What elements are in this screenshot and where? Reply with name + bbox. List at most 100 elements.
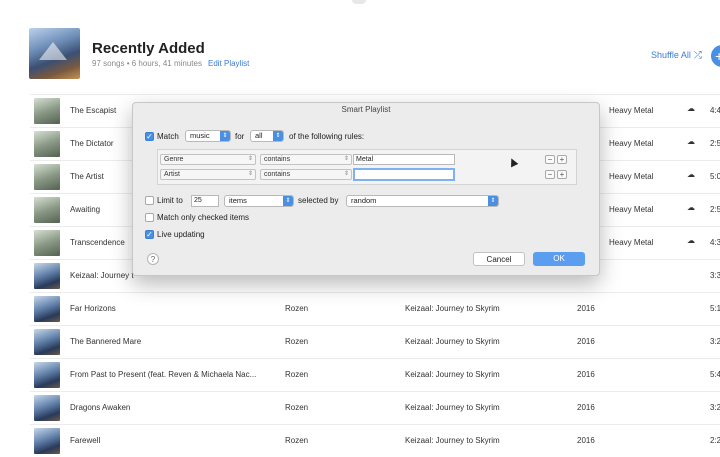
track-genre: Heavy Metal — [609, 139, 654, 148]
track-duration: 5:4 — [710, 370, 720, 379]
cloud-download-icon[interactable]: ☁ — [687, 203, 695, 212]
track-artwork — [34, 296, 60, 322]
track-artist: Rozen — [285, 436, 309, 445]
track-artwork — [34, 98, 60, 124]
track-album: Keizaal: Journey to Skyrim — [405, 370, 500, 379]
cloud-download-icon[interactable]: ☁ — [687, 104, 695, 113]
match-label: Match — [157, 132, 179, 141]
track-duration: 2:5 — [710, 139, 720, 148]
track-year: 2016 — [577, 304, 595, 313]
track-artwork — [34, 197, 60, 223]
match-checkbox[interactable]: ✓ — [145, 132, 154, 141]
add-icon[interactable]: + — [711, 45, 720, 67]
track-genre: Heavy Metal — [609, 238, 654, 247]
selected-by-select[interactable]: random ⇕ — [346, 195, 499, 207]
playlist-stats: 97 songs • 6 hours, 41 minutes — [92, 59, 202, 68]
edit-playlist-link[interactable]: Edit Playlist — [208, 59, 249, 68]
track-duration: 3:2 — [710, 337, 720, 346]
rules-list: Genre ⇕ contains ⇕ Metal − + Artist ⇕ conta… — [157, 149, 577, 185]
track-artwork — [34, 131, 60, 157]
track-row[interactable]: Far Horizons Rozen Keizaal: Journey to Sky… — [30, 292, 720, 325]
track-year: 2016 — [577, 337, 595, 346]
live-updating-label: Live updating — [157, 230, 205, 239]
limit-count-input[interactable]: 25 — [191, 195, 219, 207]
shuffle-all-button[interactable]: Shuffle All ⤮ — [651, 50, 702, 61]
track-title: Dragons Awaken — [70, 403, 131, 412]
rule-operator-select[interactable]: contains ⇕ — [260, 154, 352, 165]
track-row[interactable]: Dragons Awaken Rozen Keizaal: Journey to S… — [30, 391, 720, 424]
help-icon[interactable]: ? — [147, 253, 159, 265]
playlist-meta: 97 songs • 6 hours, 41 minutes Edit Playl… — [92, 59, 249, 68]
chevron-up-down-icon: ⇕ — [283, 196, 293, 206]
track-year: 2016 — [577, 370, 595, 379]
limit-unit-select[interactable]: items ⇕ — [224, 195, 294, 207]
limit-unit-value: items — [229, 196, 247, 205]
selected-by-value: random — [351, 196, 377, 205]
track-artwork — [34, 164, 60, 190]
track-artwork — [34, 395, 60, 421]
rule-field-value: Artist — [164, 171, 180, 178]
track-title: Far Horizons — [70, 304, 116, 313]
track-album: Keizaal: Journey to Skyrim — [405, 436, 500, 445]
playlist-artwork — [29, 28, 80, 79]
shuffle-icon: ⤮ — [693, 50, 702, 61]
track-duration: 3:2 — [710, 403, 720, 412]
track-album: Keizaal: Journey to Skyrim — [405, 304, 500, 313]
match-scope-value: all — [255, 131, 263, 140]
track-album: Keizaal: Journey to Skyrim — [405, 403, 500, 412]
selected-by-label: selected by — [298, 196, 339, 205]
chevron-up-down-icon: ⇕ — [220, 131, 230, 141]
match-type-value: music — [190, 131, 210, 140]
track-artist: Rozen — [285, 403, 309, 412]
window-top-bar — [0, 0, 720, 18]
match-checked-items-checkbox[interactable] — [145, 213, 154, 222]
cloud-download-icon[interactable]: ☁ — [687, 170, 695, 179]
track-duration: 2:5 — [710, 205, 720, 214]
rule-field-value: Genre — [164, 156, 184, 163]
track-duration: 5:1 — [710, 304, 720, 313]
cloud-download-icon[interactable]: ☁ — [687, 137, 695, 146]
cloud-download-icon[interactable]: ☁ — [687, 236, 695, 245]
add-rule-button[interactable]: + — [557, 170, 567, 179]
track-artwork — [34, 329, 60, 355]
chevron-up-down-icon: ⇕ — [273, 131, 283, 141]
dialog-title: Smart Playlist — [341, 105, 391, 114]
rule-operator-value: contains — [264, 171, 291, 178]
track-year: 2016 — [577, 403, 595, 412]
track-artwork — [34, 230, 60, 256]
remove-rule-button[interactable]: − — [545, 155, 555, 164]
chevron-up-down-icon: ⇕ — [488, 196, 498, 206]
track-genre: Heavy Metal — [609, 205, 654, 214]
match-checked-items-label: Match only checked items — [157, 213, 250, 222]
remove-rule-button[interactable]: − — [545, 170, 555, 179]
track-row[interactable]: From Past to Present (feat. Reven & Mich… — [30, 358, 720, 391]
track-title: From Past to Present (feat. Reven & Mich… — [70, 370, 257, 379]
rule-value-input[interactable]: Metal — [353, 154, 455, 165]
track-album: Keizaal: Journey to Skyrim — [405, 337, 500, 346]
rule-value-input[interactable] — [353, 168, 455, 181]
chevron-up-down-icon: ⇕ — [343, 171, 349, 177]
add-rule-button[interactable]: + — [557, 155, 567, 164]
smart-playlist-dialog: Smart Playlist ✓ Match music ⇕ for all ⇕ o… — [132, 102, 600, 276]
track-artwork — [34, 263, 60, 289]
track-artist: Rozen — [285, 370, 309, 379]
cancel-button[interactable]: Cancel — [473, 252, 525, 266]
track-artist: Rozen — [285, 337, 309, 346]
rule-operator-value: contains — [264, 156, 291, 163]
track-artist: Rozen — [285, 304, 309, 313]
match-scope-select[interactable]: all ⇕ — [250, 130, 284, 142]
track-genre: Heavy Metal — [609, 106, 654, 115]
chevron-up-down-icon: ⇕ — [247, 156, 253, 162]
match-type-select[interactable]: music ⇕ — [185, 130, 231, 142]
rule-field-select[interactable]: Artist ⇕ — [160, 169, 256, 180]
track-row[interactable]: The Bannered Mare Rozen Keizaal: Journey t… — [30, 325, 720, 358]
ok-button[interactable]: OK — [533, 252, 585, 266]
rule-field-select[interactable]: Genre ⇕ — [160, 154, 256, 165]
rule-operator-select[interactable]: contains ⇕ — [260, 169, 352, 180]
track-row[interactable]: Farewell Rozen Keizaal: Journey to Skyrim 2… — [30, 424, 720, 457]
track-genre: Heavy Metal — [609, 172, 654, 181]
track-duration: 3:3 — [710, 271, 720, 280]
limit-checkbox[interactable] — [145, 196, 154, 205]
live-updating-checkbox[interactable]: ✓ — [145, 230, 154, 239]
track-artwork — [34, 428, 60, 454]
